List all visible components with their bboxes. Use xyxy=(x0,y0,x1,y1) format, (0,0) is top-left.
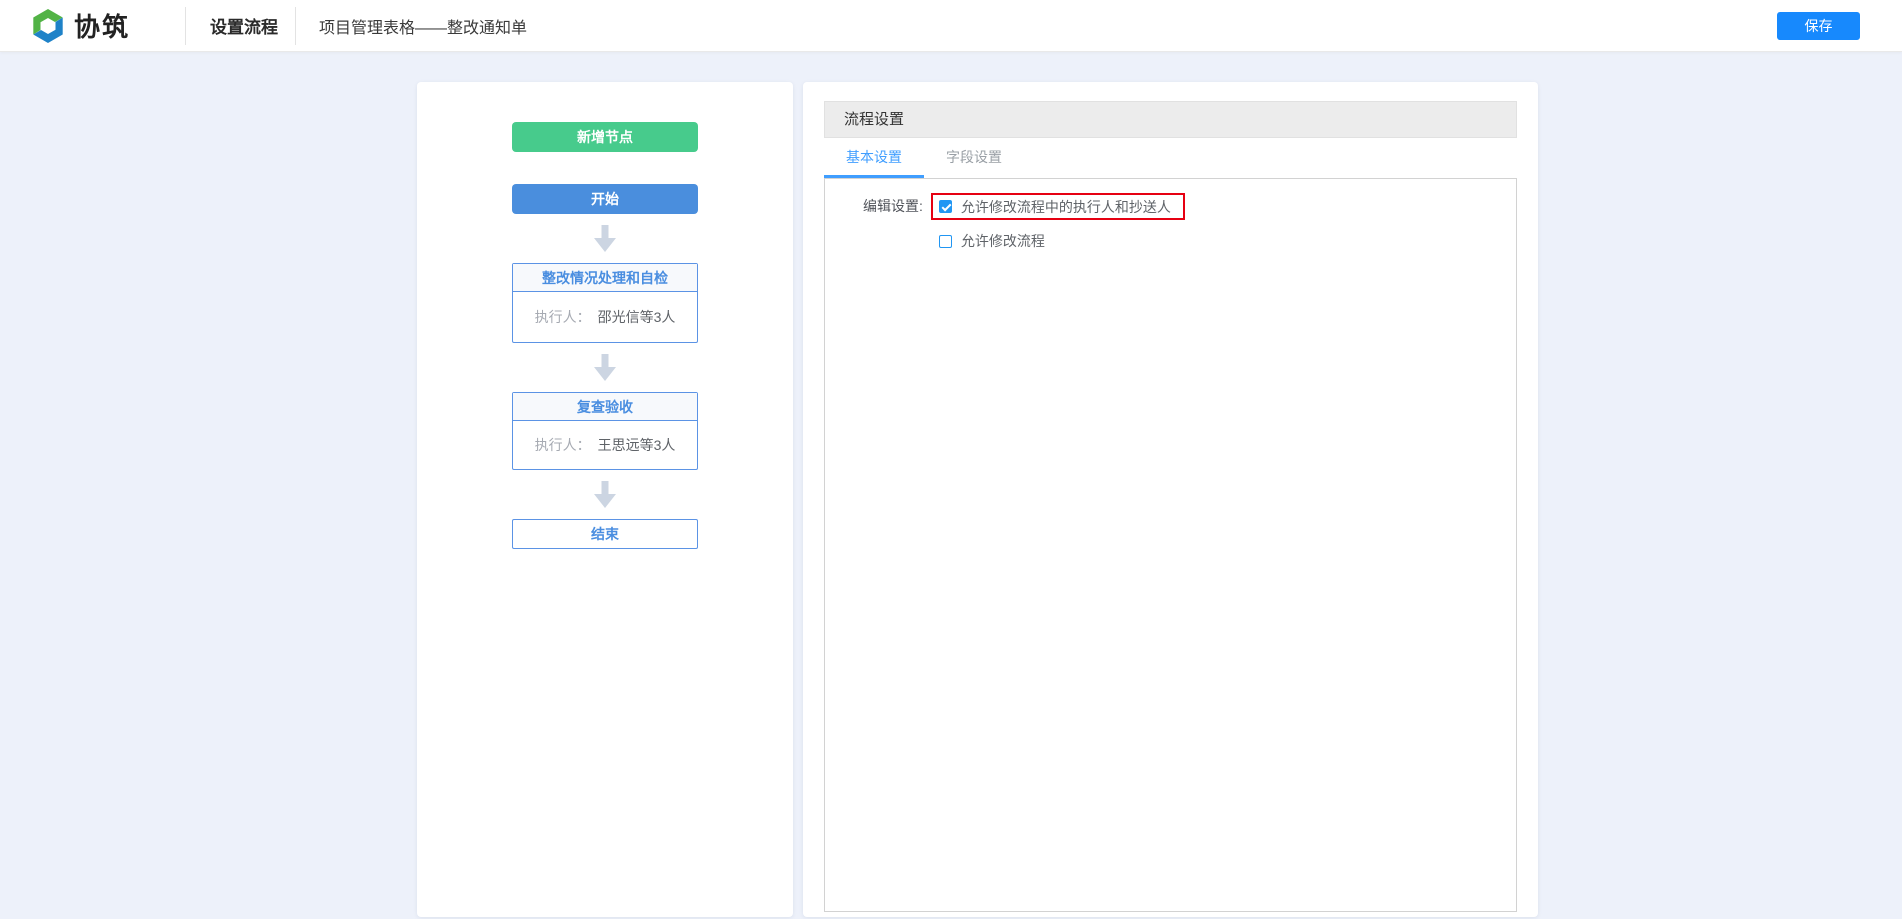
executor-label: 执行人： xyxy=(535,307,591,327)
logo: 协筑 xyxy=(30,7,130,44)
edit-settings-options: 允许修改流程中的执行人和抄送人 允许修改流程 xyxy=(931,193,1185,251)
option-label[interactable]: 允许修改流程 xyxy=(961,231,1045,251)
option-label[interactable]: 允许修改流程中的执行人和抄送人 xyxy=(961,197,1171,217)
settings-content: 编辑设置: 允许修改流程中的执行人和抄送人 允许修改流程 xyxy=(824,178,1517,912)
node-executor: 执行人： 邵光信等3人 xyxy=(513,292,697,342)
settings-panel: 流程设置 基本设置 字段设置 编辑设置: 允许修改流程中的执行人和抄送人 允许修… xyxy=(803,82,1538,917)
panel-title: 流程设置 xyxy=(824,101,1517,138)
workflow-node[interactable]: 复查验收 执行人： 王思远等3人 xyxy=(512,392,698,470)
executor-value: 邵光信等3人 xyxy=(598,307,676,327)
edit-settings-label: 编辑设置: xyxy=(863,193,923,220)
option-allow-modify-flow: 允许修改流程 xyxy=(939,231,1045,251)
header-divider xyxy=(295,7,296,45)
arrow-down-icon xyxy=(593,225,617,252)
workflow-panel: 新增节点 开始 整改情况处理和自检 执行人： 邵光信等3人 复查验收 执行人： … xyxy=(417,82,793,917)
workflow-node[interactable]: 整改情况处理和自检 执行人： 邵光信等3人 xyxy=(512,263,698,343)
node-title: 复查验收 xyxy=(513,393,697,421)
checkbox[interactable] xyxy=(939,200,952,213)
app-header: 协筑 设置流程 项目管理表格——整改通知单 保存 xyxy=(0,0,1902,52)
node-executor: 执行人： 王思远等3人 xyxy=(513,421,697,469)
add-node-button[interactable]: 新增节点 xyxy=(512,122,698,152)
edit-settings-row: 编辑设置: 允许修改流程中的执行人和抄送人 允许修改流程 xyxy=(863,193,1496,251)
arrow-down-icon xyxy=(593,354,617,381)
node-title: 整改情况处理和自检 xyxy=(513,264,697,292)
arrow-down-icon xyxy=(593,481,617,508)
header-divider xyxy=(185,7,186,45)
brand-hexagon-icon xyxy=(30,8,66,44)
executor-value: 王思远等3人 xyxy=(598,435,676,455)
main-area: 新增节点 开始 整改情况处理和自检 执行人： 邵光信等3人 复查验收 执行人： … xyxy=(0,52,1902,919)
page-title: 设置流程 xyxy=(210,13,278,38)
checkbox[interactable] xyxy=(939,235,952,248)
option-allow-modify-executors: 允许修改流程中的执行人和抄送人 xyxy=(931,193,1185,220)
save-button[interactable]: 保存 xyxy=(1777,12,1860,40)
start-node-button[interactable]: 开始 xyxy=(512,184,698,214)
end-node[interactable]: 结束 xyxy=(512,519,698,549)
tab-field-settings[interactable]: 字段设置 xyxy=(924,138,1024,178)
tab-basic-settings[interactable]: 基本设置 xyxy=(824,138,924,178)
breadcrumb: 项目管理表格——整改通知单 xyxy=(319,14,527,38)
settings-tabs: 基本设置 字段设置 xyxy=(824,138,1517,178)
logo-text: 协筑 xyxy=(74,7,130,44)
executor-label: 执行人： xyxy=(535,435,591,455)
